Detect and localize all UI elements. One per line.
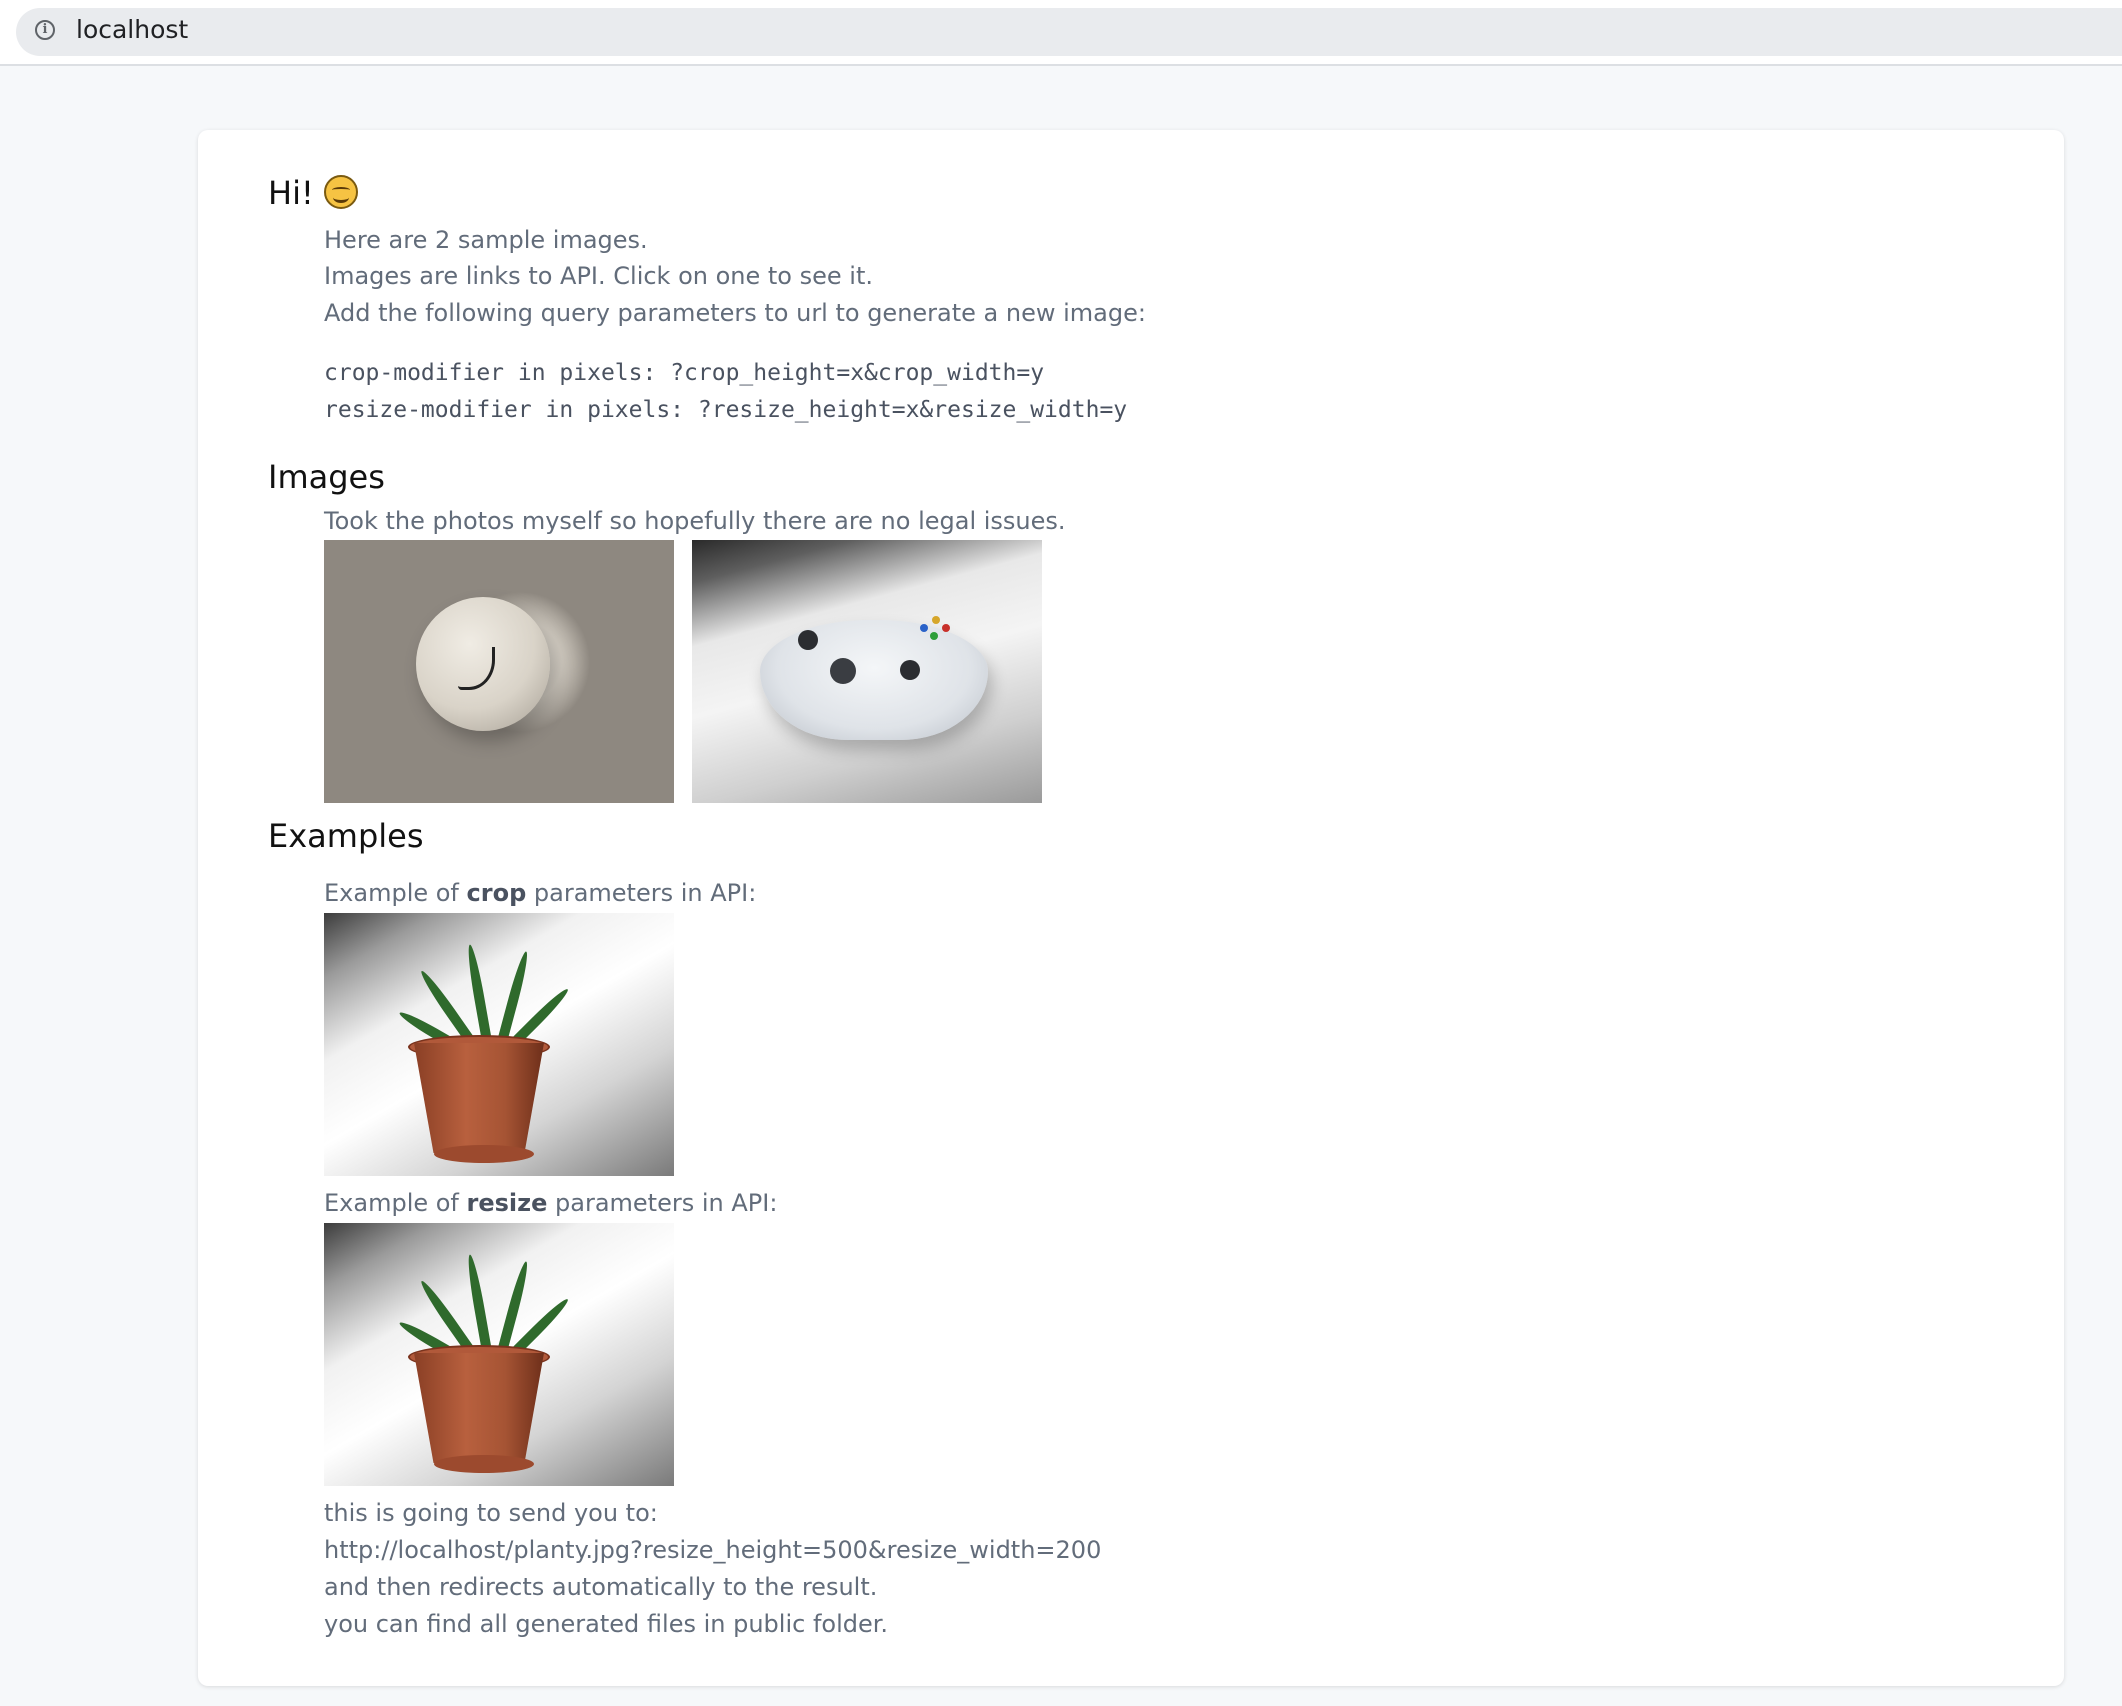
images-heading: Images <box>268 458 385 496</box>
plant-pot <box>414 1353 544 1463</box>
button-b <box>942 624 950 632</box>
site-info-icon[interactable]: i <box>35 20 55 40</box>
smiling-face-icon <box>323 175 358 209</box>
footer-line: this is going to send you to: <box>324 1499 658 1527</box>
sample-image-ball-link[interactable] <box>324 540 674 803</box>
footer-line: and then redirects automatically to the … <box>324 1573 878 1601</box>
pot-saucer <box>434 1455 534 1473</box>
crop-example-image-link[interactable] <box>324 913 674 1176</box>
controller-shape <box>760 616 988 740</box>
button-a <box>930 632 938 640</box>
intro-line: Add the following query parameters to ur… <box>324 299 1146 327</box>
crop-example-label: Example of crop parameters in API: <box>324 879 757 907</box>
intro-line: Here are 2 sample images. <box>324 226 648 254</box>
plant-pot <box>414 1043 544 1153</box>
right-stick <box>900 660 920 680</box>
footer-line: you can find all generated files in publ… <box>324 1610 889 1638</box>
button-y <box>932 616 940 624</box>
redirect-url: http://localhost/planty.jpg?resize_heigh… <box>324 1536 1102 1564</box>
sample-image-controller-link[interactable] <box>692 540 1042 803</box>
dpad <box>830 658 856 684</box>
crop-modifier-code: crop-modifier in pixels: ?crop_height=x&… <box>324 360 1045 386</box>
resize-example-image-link[interactable] <box>324 1223 674 1486</box>
resize-modifier-code: resize-modifier in pixels: ?resize_heigh… <box>324 397 1128 423</box>
button-x <box>920 624 928 632</box>
examples-heading: Examples <box>268 817 424 855</box>
left-stick <box>798 630 818 650</box>
pot-saucer <box>434 1145 534 1163</box>
resize-example-label: Example of resize parameters in API: <box>324 1189 778 1217</box>
address-bar[interactable] <box>16 8 2122 56</box>
images-note: Took the photos myself so hopefully ther… <box>324 507 1066 535</box>
ball-shape <box>416 597 550 731</box>
intro-line: Images are links to API. Click on one to… <box>324 262 873 290</box>
browser-toolbar: i localhost <box>0 0 2122 66</box>
address-bar-url[interactable]: localhost <box>76 15 188 44</box>
ball-face <box>458 647 495 690</box>
greeting-heading: Hi! <box>268 174 358 212</box>
